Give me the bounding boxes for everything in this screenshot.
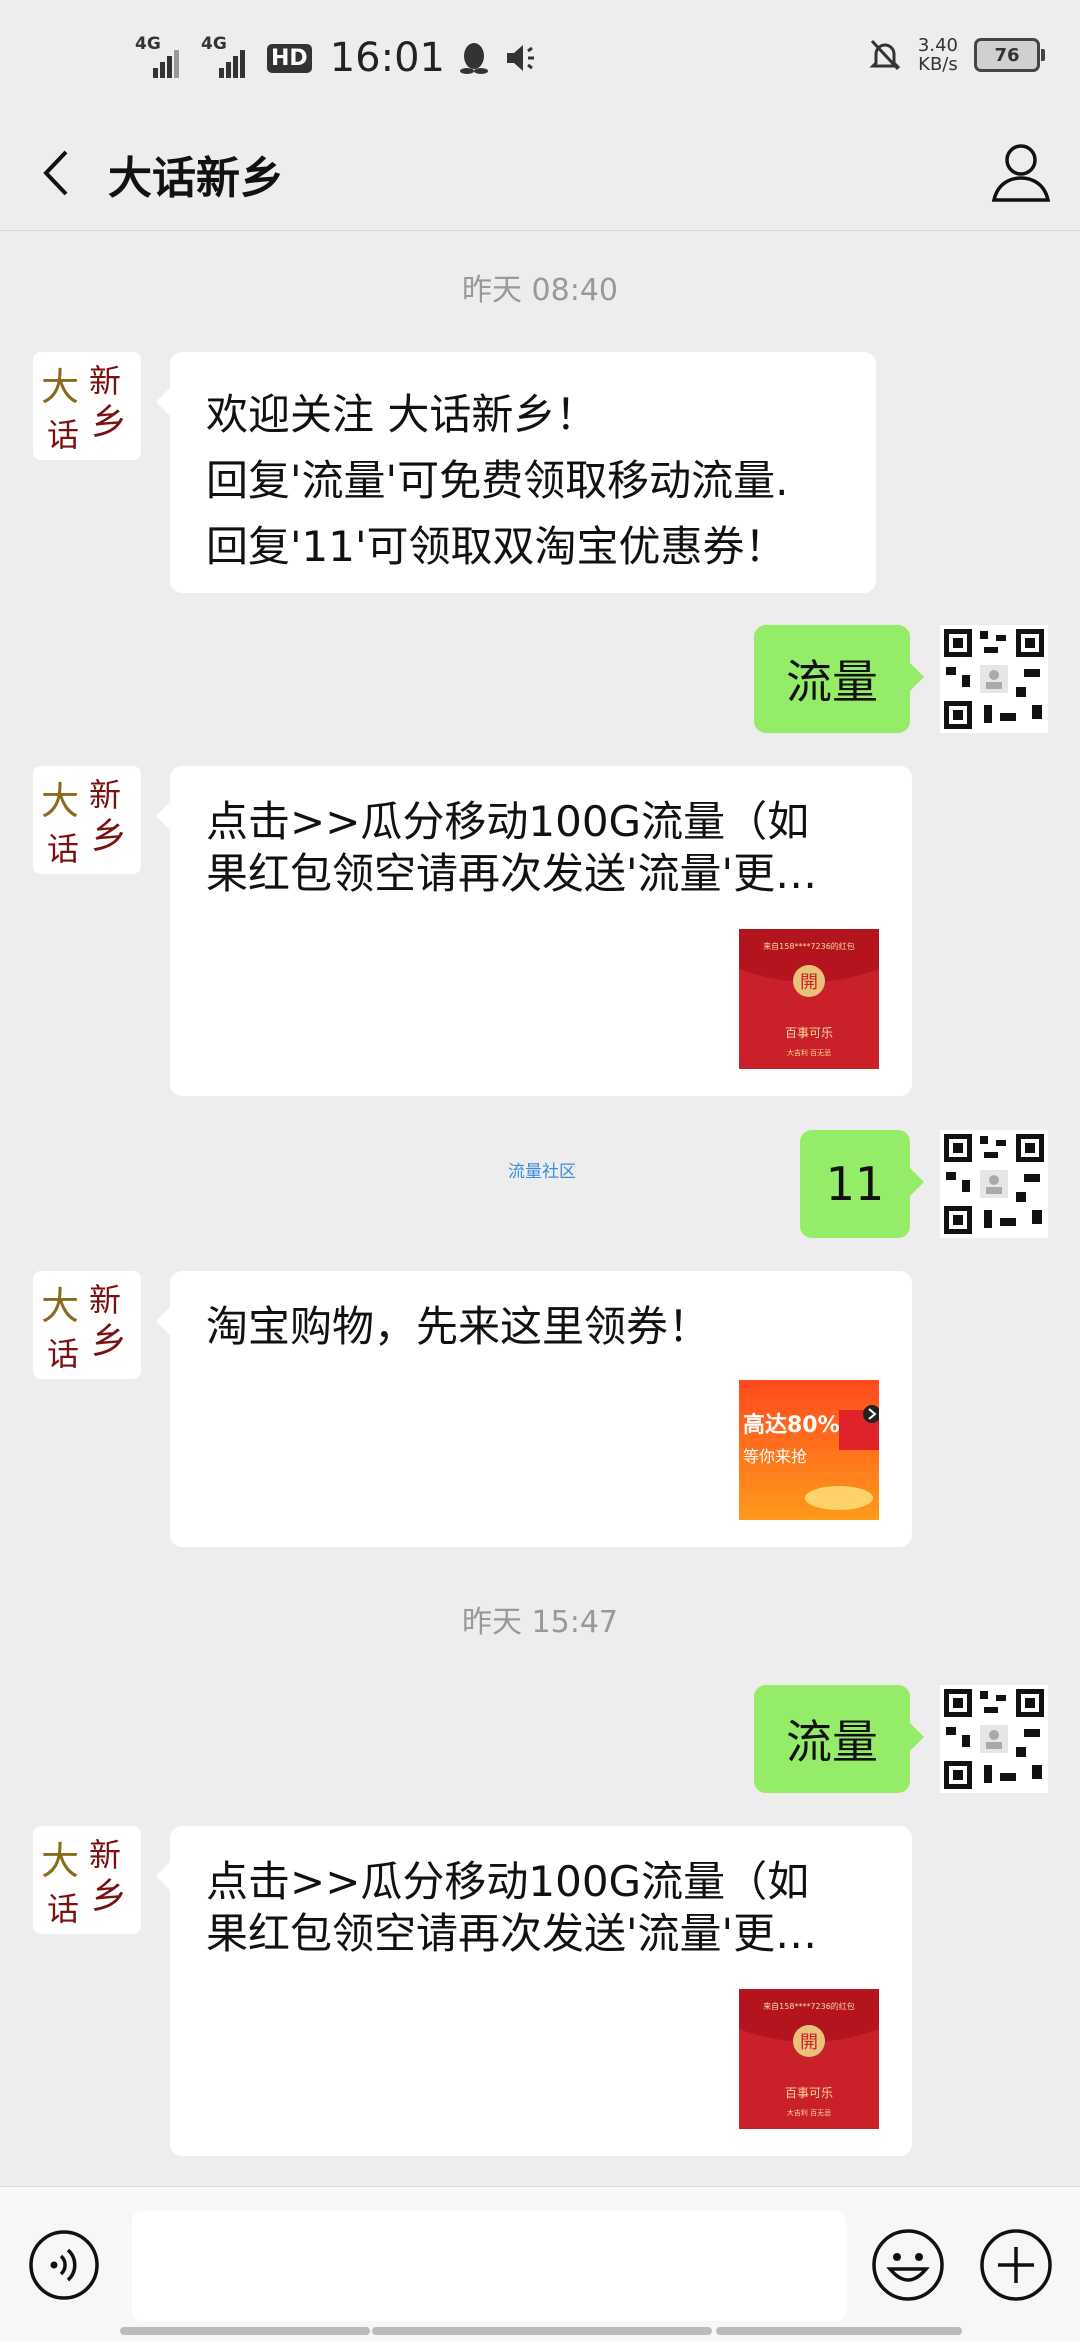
red-packet-open: 開 [800,972,818,993]
signal-4g-icon: 4G [201,34,253,78]
qr-avatar-icon[interactable] [940,625,1048,733]
message-text: 流量 [786,1715,878,1769]
message-line: 果红包领空请再次发送'流量'更… [206,1909,818,1958]
red-packet-sender: 来自158****7236的红包 [763,2001,855,2011]
qr-avatar-icon[interactable] [940,1685,1048,1793]
red-packet-thumbnail: 来自158****7236的红包 開 百事可乐 大吉利 百无忌 [739,929,879,1069]
message-text: 欢迎关注 大话新乡！ 回复'流量'可免费领取移动流量. 回复'11'可领取双淘宝… [206,382,788,580]
sent-message-bubble[interactable]: 流量 [754,625,924,733]
link-title: 点击>>瓜分移动100G流量（如 果红包领空请再次发送'流量'更… [206,1856,817,1960]
red-packet-icon: 来自158****7236的红包 開 百事可乐 大吉利 百无忌 [739,929,879,1069]
coupon-thumbnail: 高达80% 等你来抢 [739,1380,879,1520]
avatar-glyph: 话 [47,416,79,454]
clock: 16:01 [329,35,445,81]
qr-avatar-icon[interactable] [940,1130,1048,1238]
avatar-glyph: 乡 [91,402,127,443]
link-title: 淘宝购物，先来这里领券！ [206,1301,710,1353]
link-card[interactable]: 点击>>瓜分移动100G流量（如 果红包领空请再次发送'流量'更… 来自158*… [156,1826,912,2156]
avatar-logo-icon: 大 新 话 乡 [41,362,127,454]
avatar-glyph: 乡 [91,816,127,857]
net-speed-unit: KB/s [918,54,958,75]
avatar-glyph: 话 [47,1890,79,1928]
qq-icon [459,43,488,74]
signal-4g-icon: 4G [135,34,187,78]
timestamp: 昨天 15:47 [462,1605,618,1640]
gesture-bar [716,2327,962,2335]
avatar[interactable]: 大 新 话 乡 [33,766,141,874]
voice-icon[interactable] [28,2229,100,2301]
status-right: 3.40 KB/s 76 [868,36,1045,74]
message-line: 淘宝购物，先来这里领券！ [206,1302,711,1351]
emoji-icon[interactable] [870,2227,946,2303]
avatar-glyph: 大 [41,779,79,823]
avatar-glyph: 大 [41,365,79,409]
red-packet-brand: 百事可乐 [785,2086,833,2100]
avatar-logo-icon: 大 新 话 乡 [41,1281,127,1373]
alarm-off-icon [869,39,901,71]
link-card[interactable]: 点击>>瓜分移动100G流量（如 果红包领空请再次发送'流量'更… 来自158*… [156,766,912,1096]
message-line: 欢迎关注 大话新乡！ [206,390,598,439]
avatar-glyph: 新 [89,1836,121,1874]
sent-message-bubble[interactable]: 11 [800,1130,924,1238]
message-text: 11 [825,1157,885,1211]
message-line: 果红包领空请再次发送'流量'更… [206,849,818,898]
coupon-banner-icon: 高达80% 等你来抢 [739,1380,879,1520]
gesture-bar [120,2327,370,2335]
red-packet-caption: 大吉利 百无忌 [787,1048,831,1057]
link-title: 点击>>瓜分移动100G流量（如 果红包领空请再次发送'流量'更… [206,796,817,900]
chat-header: 大话新乡 [0,120,1080,231]
chat-messages[interactable]: 昨天 08:40 大 新 话 乡 欢迎关注 大话新乡！ 回复'流量'可免费领取移… [0,231,1080,2186]
avatar-glyph: 新 [89,1281,121,1319]
volume-icon [506,45,534,71]
input-bar [0,2186,1080,2341]
avatar-glyph: 新 [89,776,121,814]
red-packet-open: 開 [800,2032,818,2053]
message-line: 回复'流量'可免费领取移动流量. [206,456,789,505]
red-packet-sender: 来自158****7236的红包 [763,941,855,951]
message-text: 流量 [786,655,878,709]
avatar-glyph: 话 [47,1335,79,1373]
avatar[interactable]: 大 新 话 乡 [33,1271,141,1379]
red-packet-icon: 来自158****7236的红包 開 百事可乐 大吉利 百无忌 [739,1989,879,2129]
battery-level: 76 [994,44,1020,66]
net-speed-value: 3.40 [917,35,958,56]
net-speed: 3.40 KB/s [918,36,958,74]
red-packet-caption: 大吉利 百无忌 [787,2108,831,2117]
timestamp: 昨天 08:40 [462,273,618,308]
avatar-glyph: 大 [41,1284,79,1328]
red-packet-thumbnail: 来自158****7236的红包 開 百事可乐 大吉利 百无忌 [739,1989,879,2129]
red-packet-brand: 百事可乐 [785,1026,833,1040]
coupon-headline: 高达80% [743,1412,840,1438]
link-card[interactable]: 淘宝购物，先来这里领券！ 高达80% 等你来抢 [156,1271,912,1547]
message-bubble[interactable]: 欢迎关注 大话新乡！ 回复'流量'可免费领取移动流量. 回复'11'可领取双淘宝… [156,352,876,593]
chat-title: 大话新乡 [108,153,284,204]
avatar[interactable]: 大 新 话 乡 [33,1826,141,1934]
watermark: 流量社区 [508,1162,576,1182]
sent-message-bubble[interactable]: 流量 [754,1685,924,1793]
message-input[interactable] [132,2211,846,2321]
back-arrow-icon[interactable] [30,138,90,208]
battery-icon: 76 [974,38,1045,72]
message-line: 点击>>瓜分移动100G流量（如 [206,797,810,846]
status-bar: 4G 4G HD 16:01 3.40 KB/s 76 [0,0,1080,120]
avatar-logo-icon: 大 新 话 乡 [41,776,127,868]
status-left: 4G 4G HD 16:01 [135,28,539,88]
message-line: 点击>>瓜分移动100G流量（如 [206,1857,810,1906]
plus-icon[interactable] [978,2227,1054,2303]
avatar[interactable]: 大 新 话 乡 [33,352,141,460]
avatar-logo-icon: 大 新 话 乡 [41,1836,127,1928]
avatar-glyph: 乡 [91,1876,127,1917]
coupon-subline: 等你来抢 [743,1447,807,1466]
hd-voice-icon: HD [267,43,312,73]
avatar-glyph: 大 [41,1839,79,1883]
avatar-glyph: 新 [89,362,121,400]
avatar-glyph: 话 [47,830,79,868]
avatar-glyph: 乡 [91,1321,127,1362]
signal-label: 4G [201,34,227,54]
gesture-bar [372,2327,712,2335]
signal-label: 4G [135,34,161,54]
message-line: 回复'11'可领取双淘宝优惠券！ [206,522,787,571]
profile-icon[interactable] [986,136,1056,210]
